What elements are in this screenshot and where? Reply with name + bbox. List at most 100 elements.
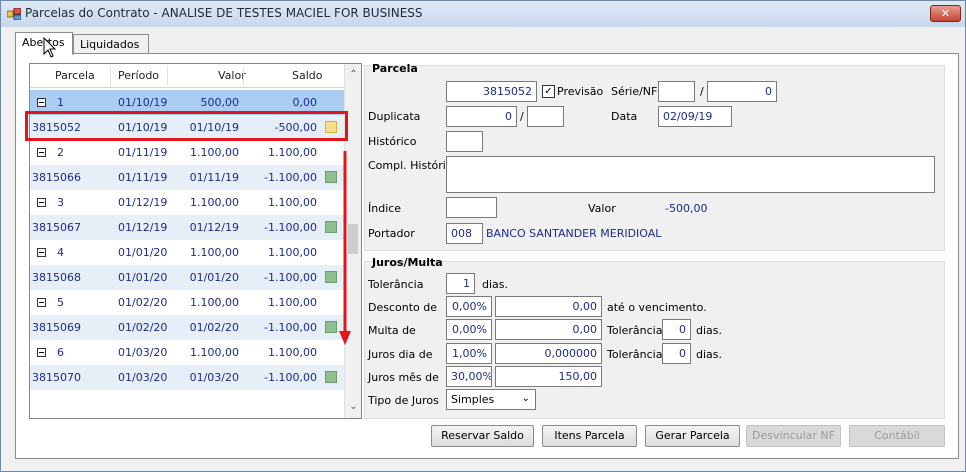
duplicata-separator: /: [520, 110, 524, 123]
multa-pct-field[interactable]: 0,00%: [446, 319, 492, 340]
table-row[interactable]: 3 01/12/19 1.100,00 1.100,00: [30, 190, 344, 215]
cell-saldo: -1.100,00: [264, 271, 317, 284]
indice-label: Índice: [368, 202, 402, 215]
chevron-down-icon: ⌄: [521, 393, 530, 404]
tipo-juros-select[interactable]: Simples ⌄: [446, 389, 536, 410]
juros-dia-pct-field[interactable]: 1,00%: [446, 343, 492, 364]
collapse-icon[interactable]: [37, 98, 46, 107]
gerar-parcela-button[interactable]: Gerar Parcela: [645, 425, 740, 447]
mouse-cursor-icon: [43, 37, 57, 58]
table-row[interactable]: 3815068 01/01/20 01/01/20 -1.100,00: [30, 265, 344, 290]
cell-valor: 1.100,00: [190, 346, 239, 359]
cell-valor: 01/01/20: [189, 271, 239, 284]
cell-saldo: 1.100,00: [268, 196, 317, 209]
collapse-icon[interactable]: [37, 248, 46, 257]
table-row[interactable]: 3815067 01/12/19 01/12/19 -1.100,00: [30, 215, 344, 240]
valor-label: Valor: [588, 202, 616, 215]
ate-vencimento-label: até o vencimento.: [607, 301, 707, 314]
tipo-juros-label: Tipo de Juros: [368, 394, 439, 407]
data-field[interactable]: 02/09/19: [658, 106, 732, 127]
cell-parcela: 4: [57, 246, 64, 259]
juros-dia-value-field[interactable]: 0,000000: [495, 343, 602, 364]
status-swatch: [325, 271, 337, 283]
historico-field[interactable]: [446, 131, 483, 152]
tipo-juros-value: Simples: [451, 393, 495, 406]
cell-valor: 500,00: [200, 96, 240, 109]
window-title: Parcelas do Contrato - ANALISE DE TESTES…: [25, 6, 423, 20]
cell-parcela: 6: [57, 346, 64, 359]
tab-liquidados[interactable]: Liquidados: [73, 34, 149, 54]
multa-label: Multa de: [368, 324, 416, 337]
compl-historico-field[interactable]: [446, 156, 935, 193]
scroll-up-icon[interactable]: ⌃: [345, 66, 361, 83]
collapse-icon[interactable]: [37, 148, 46, 157]
itens-parcela-button[interactable]: Itens Parcela: [542, 425, 637, 447]
col-saldo[interactable]: Saldo: [292, 69, 323, 82]
cell-periodo: 01/02/20: [118, 321, 168, 334]
desconto-label: Desconto de: [368, 301, 438, 314]
tolerancia-dias-label: dias.: [482, 278, 509, 291]
tolerancia-label: Tolerância: [368, 278, 424, 291]
col-periodo[interactable]: Período: [118, 69, 159, 82]
cell-valor: 01/03/20: [189, 371, 239, 384]
close-button[interactable]: ✕: [930, 5, 961, 22]
duplicata-suffix-field[interactable]: [527, 106, 564, 127]
juros-dia-tolerancia-label: Tolerância: [607, 348, 663, 361]
historico-label: Histórico: [368, 135, 417, 148]
app-icon: [7, 8, 21, 20]
contabil-button[interactable]: Contábil: [849, 425, 945, 447]
highlight-box: [25, 111, 348, 141]
cell-periodo: 01/01/20: [118, 246, 168, 259]
cell-valor: 01/12/19: [189, 221, 239, 234]
juros-mes-value-field[interactable]: 150,00: [495, 366, 602, 387]
juros-mes-pct-field[interactable]: 30,00%: [446, 366, 492, 387]
duplicata-field[interactable]: 0: [446, 106, 517, 127]
cell-saldo: 1.100,00: [268, 296, 317, 309]
cell-saldo: -1.100,00: [264, 321, 317, 334]
collapse-icon[interactable]: [37, 348, 46, 357]
table-row[interactable]: 2 01/11/19 1.100,00 1.100,00: [30, 140, 344, 165]
serie-field[interactable]: [658, 81, 695, 102]
table-row[interactable]: 3815066 01/11/19 01/11/19 -1.100,00: [30, 165, 344, 190]
table-row[interactable]: 6 01/03/20 1.100,00 1.100,00: [30, 340, 344, 365]
table-row[interactable]: 4 01/01/20 1.100,00 1.100,00: [30, 240, 344, 265]
collapse-icon[interactable]: [37, 298, 46, 307]
cell-valor: 1.100,00: [190, 246, 239, 259]
reservar-saldo-button[interactable]: Reservar Saldo: [431, 425, 534, 447]
duplicata-label: Duplicata: [368, 110, 421, 123]
col-parcela[interactable]: Parcela: [55, 69, 95, 82]
indice-field[interactable]: [446, 197, 497, 218]
cell-saldo: 1.100,00: [268, 346, 317, 359]
scroll-down-icon[interactable]: ⌄: [345, 398, 361, 415]
title-bar[interactable]: Parcelas do Contrato - ANALISE DE TESTES…: [1, 1, 965, 27]
portador-name: BANCO SANTANDER MERIDIOAL: [486, 227, 662, 240]
cell-saldo: 0,00: [292, 96, 318, 109]
down-arrow-annotation-icon: [339, 151, 351, 345]
table-row[interactable]: 5 01/02/20 1.100,00 1.100,00: [30, 290, 344, 315]
desconto-value-field[interactable]: 0,00: [495, 296, 602, 317]
collapse-icon[interactable]: [37, 198, 46, 207]
juros-dia-tolerancia-field[interactable]: 0: [662, 343, 691, 364]
window: Parcelas do Contrato - ANALISE DE TESTES…: [0, 0, 966, 472]
cell-periodo: 01/11/19: [118, 171, 168, 184]
nf-field[interactable]: 0: [707, 81, 777, 102]
status-swatch: [325, 171, 337, 183]
multa-tolerancia-field[interactable]: 0: [662, 319, 691, 340]
tolerancia-field[interactable]: 1: [446, 273, 475, 294]
previsao-checkbox[interactable]: ✓: [542, 85, 555, 98]
table-row[interactable]: 3815070 01/03/20 01/03/20 -1.100,00: [30, 365, 344, 390]
multa-value-field[interactable]: 0,00: [495, 319, 602, 340]
juros-mes-label: Juros mês de: [368, 371, 439, 384]
cell-periodo: 01/02/20: [118, 296, 168, 309]
cell-periodo: 01/03/20: [118, 346, 168, 359]
cell-valor: 1.100,00: [190, 196, 239, 209]
cell-parcela: 3815067: [32, 221, 81, 234]
parcela-number-field[interactable]: 3815052: [446, 81, 537, 102]
col-valor[interactable]: Valor: [218, 69, 246, 82]
table-row[interactable]: 3815069 01/02/20 01/02/20 -1.100,00: [30, 315, 344, 340]
portador-code-field[interactable]: 008: [446, 223, 483, 244]
cell-parcela: 5: [57, 296, 64, 309]
desvincular-nf-button[interactable]: Desvincular NF: [746, 425, 841, 447]
desconto-pct-field[interactable]: 0,00%: [446, 296, 492, 317]
status-swatch: [325, 321, 337, 333]
